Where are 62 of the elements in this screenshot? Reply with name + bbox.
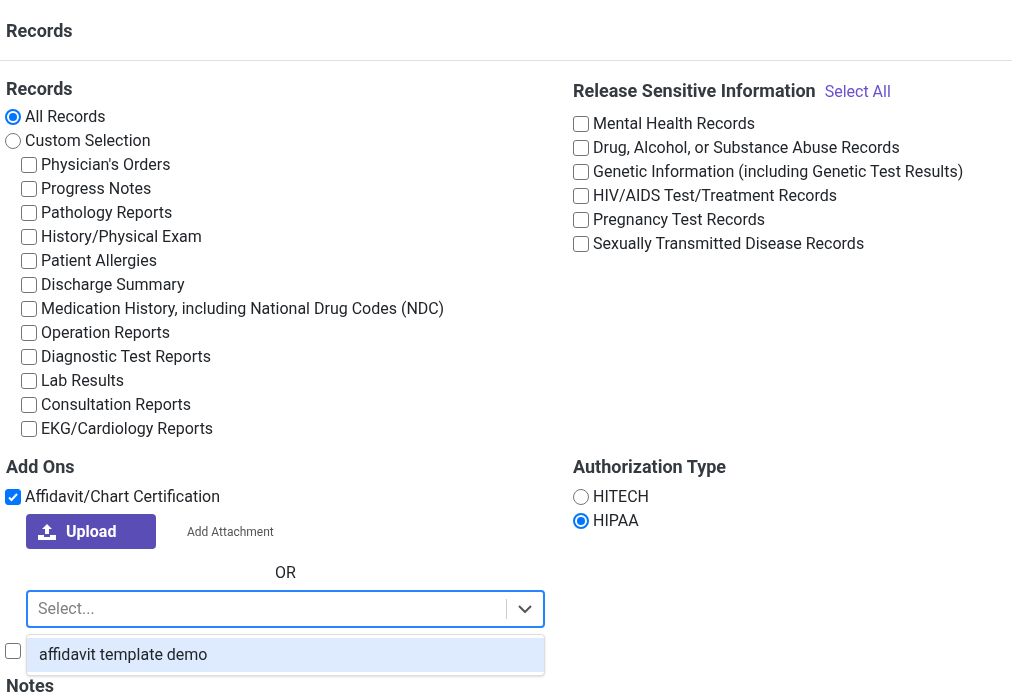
checkbox[interactable]: [21, 205, 37, 221]
section-heading: Authorization Type: [573, 455, 728, 479]
option-label: Diagnostic Test Reports: [41, 346, 211, 368]
section-heading: Notes: [5, 677, 55, 695]
checkbox[interactable]: [573, 188, 589, 204]
checkbox[interactable]: [21, 229, 37, 245]
checkbox[interactable]: [573, 212, 589, 228]
option-label: Affidavit/Chart Certification: [25, 486, 220, 508]
checkbox[interactable]: [21, 301, 37, 317]
section-heading: Add Ons: [5, 455, 76, 479]
checkbox[interactable]: [21, 349, 37, 365]
option-label: Mental Health Records: [593, 113, 755, 135]
checkbox[interactable]: [21, 181, 37, 197]
option-label: Pregnancy Test Records: [593, 209, 765, 231]
option-label: Medication History, including National Drug Codes (NDC): [41, 298, 445, 320]
select-field[interactable]: Select...: [26, 590, 545, 628]
option-label: Genetic Information (including Genetic Test Results): [593, 161, 964, 183]
chevron-down-icon: [518, 605, 532, 613]
option-label: HIV/AIDS Test/Treatment Records: [593, 185, 837, 207]
page-title: Records: [6, 18, 73, 43]
upload-icon: [38, 523, 56, 540]
checkbox[interactable]: [573, 236, 589, 252]
radio-button[interactable]: [5, 109, 21, 125]
option-label: HITECH: [593, 486, 649, 508]
checkbox[interactable]: [573, 140, 589, 156]
checkbox[interactable]: [5, 489, 21, 505]
checkbox[interactable]: [5, 643, 21, 659]
upload-button[interactable]: Upload: [26, 514, 156, 549]
select-placeholder: Select...: [37, 598, 96, 620]
radio-button[interactable]: [5, 133, 21, 149]
option-label: HIPAA: [593, 510, 639, 532]
or-label: OR: [274, 562, 297, 584]
option-label: Lab Results: [41, 370, 125, 392]
option-label: Progress Notes: [41, 178, 152, 200]
option-label: Consultation Reports: [41, 394, 192, 416]
option-label: Pathology Reports: [41, 202, 173, 224]
checkbox[interactable]: [21, 325, 37, 341]
option-label: Sexually Transmitted Disease Records: [593, 233, 865, 255]
checkbox[interactable]: [21, 421, 37, 437]
option-label: Operation Reports: [41, 322, 171, 344]
add-attachment-label: Add Attachment: [187, 523, 274, 541]
checkbox[interactable]: [573, 116, 589, 132]
option-label: Discharge Summary: [41, 274, 185, 296]
section-heading: Records: [5, 77, 74, 101]
section-heading: Release Sensitive Information: [573, 79, 816, 103]
menu-option[interactable]: affidavit template demo: [27, 638, 544, 672]
checkbox[interactable]: [21, 373, 37, 389]
checkbox[interactable]: [21, 397, 37, 413]
select-all-link[interactable]: Select All: [824, 80, 891, 104]
option-label: Patient Allergies: [41, 250, 157, 272]
radio-button[interactable]: [573, 513, 589, 529]
checkbox[interactable]: [21, 253, 37, 269]
checkbox[interactable]: [21, 277, 37, 293]
option-label: History/Physical Exam: [41, 226, 202, 248]
option-label: Physician's Orders: [41, 154, 171, 176]
option-label: Custom Selection: [25, 130, 151, 152]
radio-button[interactable]: [573, 489, 589, 505]
option-label: Drug, Alcohol, or Substance Abuse Records: [593, 137, 900, 159]
option-label: EKG/Cardiology Reports: [41, 418, 214, 440]
checkbox[interactable]: [573, 164, 589, 180]
checkbox[interactable]: [21, 157, 37, 173]
option-label: All Records: [25, 106, 106, 128]
